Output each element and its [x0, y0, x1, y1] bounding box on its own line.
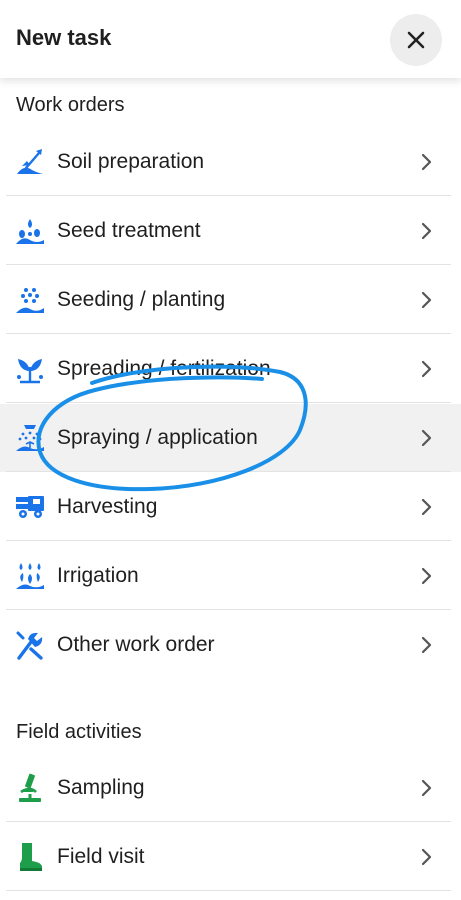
close-icon	[407, 31, 425, 49]
list-item-seeding-planting[interactable]: Seeding / planting	[0, 266, 461, 334]
list-item-label: Spraying / application	[57, 426, 258, 449]
list-item-label: Field visit	[57, 845, 145, 868]
list-item-other-work-order[interactable]: Other work order	[0, 611, 461, 679]
tools-icon	[14, 629, 46, 661]
divider	[6, 609, 451, 610]
chevron-right-icon	[418, 290, 436, 310]
list-item-label: Soil preparation	[57, 150, 205, 173]
chevron-right-icon	[418, 359, 436, 379]
chevron-right-icon	[418, 635, 436, 655]
close-button[interactable]	[390, 14, 442, 66]
sprayer-icon	[14, 422, 46, 454]
harvester-icon	[14, 491, 46, 523]
boot-icon	[14, 841, 46, 873]
header: New task	[0, 0, 461, 78]
divider	[6, 821, 451, 822]
irrigation-icon	[14, 560, 46, 592]
chevron-right-icon	[418, 428, 436, 448]
list-item-label: Seed treatment	[57, 219, 201, 242]
list-item-label: Spreading / fertilization	[57, 357, 271, 380]
list-item-label: Sampling	[57, 776, 145, 799]
seeding-icon	[14, 284, 46, 316]
list-item-spreading-fertilization[interactable]: Spreading / fertilization	[0, 335, 461, 403]
list-item-label: Harvesting	[57, 495, 158, 518]
list-item-soil-preparation[interactable]: Soil preparation	[0, 128, 461, 196]
list-item-spraying-application[interactable]: Spraying / application	[0, 404, 461, 472]
divider	[6, 195, 451, 196]
chevron-right-icon	[418, 566, 436, 586]
divider	[6, 264, 451, 265]
new-task-panel: New task Work orders Soil preparation Se…	[0, 0, 461, 900]
list-item-sampling[interactable]: Sampling	[0, 754, 461, 822]
list-item-label: Seeding / planting	[57, 288, 226, 311]
chevron-right-icon	[418, 221, 436, 241]
divider	[6, 471, 451, 472]
section-heading-work-orders: Work orders	[16, 94, 125, 116]
list-item-field-visit[interactable]: Field visit	[0, 823, 461, 891]
list-item-seed-treatment[interactable]: Seed treatment	[0, 197, 461, 265]
section-heading-field-activities: Field activities	[16, 721, 142, 743]
list-item-label: Other work order	[57, 633, 215, 656]
chevron-right-icon	[418, 847, 436, 867]
fertilization-icon	[14, 353, 46, 385]
divider	[6, 333, 451, 334]
chevron-right-icon	[418, 497, 436, 517]
list-item-harvesting[interactable]: Harvesting	[0, 473, 461, 541]
chevron-right-icon	[418, 778, 436, 798]
divider	[6, 402, 451, 403]
divider	[6, 540, 451, 541]
list-item-label: Irrigation	[57, 564, 139, 587]
page-title: New task	[16, 25, 112, 50]
list-item-irrigation[interactable]: Irrigation	[0, 542, 461, 610]
seed-treatment-icon	[14, 215, 46, 247]
microscope-icon	[14, 772, 46, 804]
chevron-right-icon	[418, 152, 436, 172]
divider	[6, 890, 451, 891]
shovel-icon	[14, 146, 46, 178]
